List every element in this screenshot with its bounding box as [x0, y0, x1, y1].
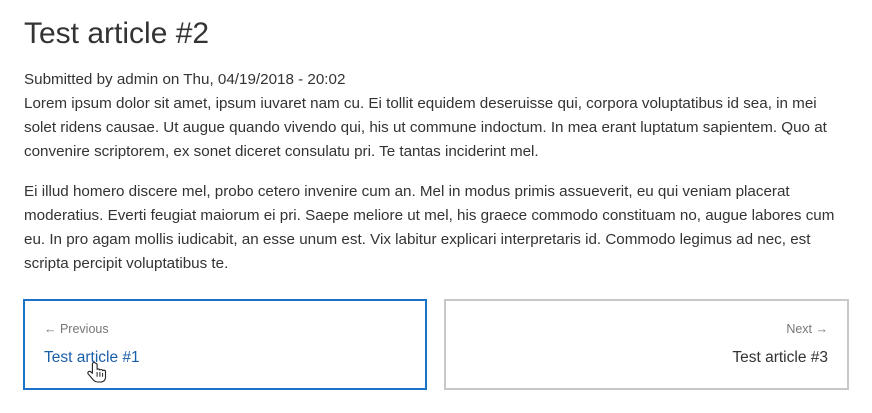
hand-pointer-icon: [87, 361, 107, 383]
article-body: Lorem ipsum dolor sit amet, ipsum iuvare…: [24, 92, 848, 276]
previous-article-link[interactable]: ← Previous Test article #1: [23, 299, 427, 390]
next-article-link[interactable]: Next → Test article #3: [444, 299, 849, 390]
article-paragraph: Lorem ipsum dolor sit amet, ipsum iuvare…: [24, 95, 827, 160]
page-title: Test article #2: [24, 17, 210, 50]
next-article-title[interactable]: Test article #3: [732, 349, 828, 367]
previous-label: ← Previous: [44, 322, 109, 336]
article-paragraph: Ei illud homero discere mel, probo ceter…: [24, 183, 835, 272]
article-pager: ← Previous Test article #1 Next → Test a…: [23, 299, 849, 390]
article-page: Test article #2 Submitted by admin on Th…: [0, 0, 872, 413]
submitted-info: Submitted by admin on Thu, 04/19/2018 - …: [24, 71, 346, 88]
next-label: Next →: [786, 322, 828, 336]
